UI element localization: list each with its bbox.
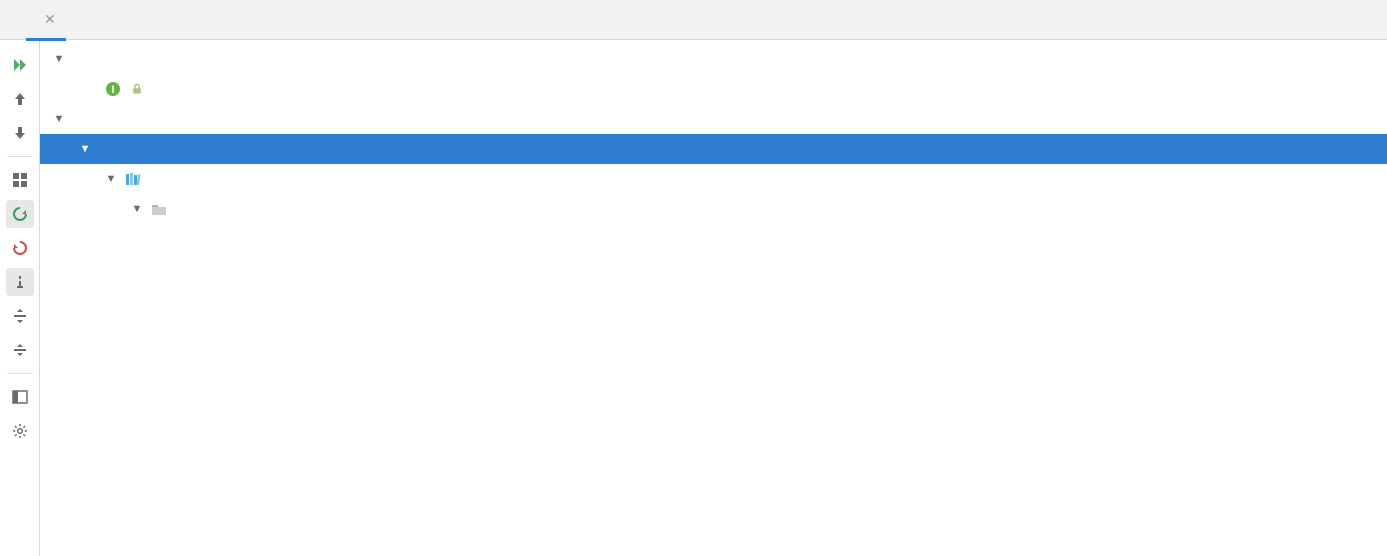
library-icon: [124, 170, 142, 188]
find-toolbar: ✕: [0, 0, 1387, 40]
group-button[interactable]: [6, 166, 34, 194]
separator: [7, 156, 33, 157]
close-icon[interactable]: ✕: [44, 11, 56, 28]
chevron-down-icon[interactable]: ▼: [130, 202, 144, 216]
separator: [7, 373, 33, 374]
folder-icon: [150, 200, 168, 218]
chevron-down-icon[interactable]: ▼: [52, 112, 66, 126]
find-label: [6, 16, 20, 24]
expand-all-button[interactable]: [6, 302, 34, 330]
collapse-all-button[interactable]: [6, 336, 34, 364]
chevron-down-icon[interactable]: ▼: [52, 52, 66, 66]
side-toolbar: [0, 40, 40, 556]
tree-node-irule[interactable]: I: [40, 74, 1387, 104]
tree-node-targets[interactable]: ▼: [40, 44, 1387, 74]
lock-icon: [128, 80, 146, 98]
find-tab-active[interactable]: ✕: [26, 0, 66, 41]
tree-node-implementations[interactable]: ▼: [40, 104, 1387, 134]
preview-panel-button[interactable]: [6, 383, 34, 411]
prev-occurrence-button[interactable]: [6, 200, 34, 228]
down-arrow-button[interactable]: [6, 119, 34, 147]
next-occurrence-button[interactable]: [6, 234, 34, 262]
interface-icon: I: [104, 80, 122, 98]
results-tree[interactable]: ▼ I ▼ ▼: [40, 40, 1387, 556]
rerun-button[interactable]: [6, 51, 34, 79]
tree-node-package[interactable]: ▼: [40, 194, 1387, 224]
chevron-down-icon[interactable]: ▼: [104, 172, 118, 186]
svg-text:I: I: [111, 84, 114, 96]
tree-node-maven-lib[interactable]: ▼: [40, 164, 1387, 194]
settings-button[interactable]: [6, 417, 34, 445]
chevron-down-icon[interactable]: ▼: [78, 142, 92, 156]
info-button[interactable]: [6, 268, 34, 296]
up-arrow-button[interactable]: [6, 85, 34, 113]
tree-node-value-read[interactable]: ▼: [40, 134, 1387, 164]
